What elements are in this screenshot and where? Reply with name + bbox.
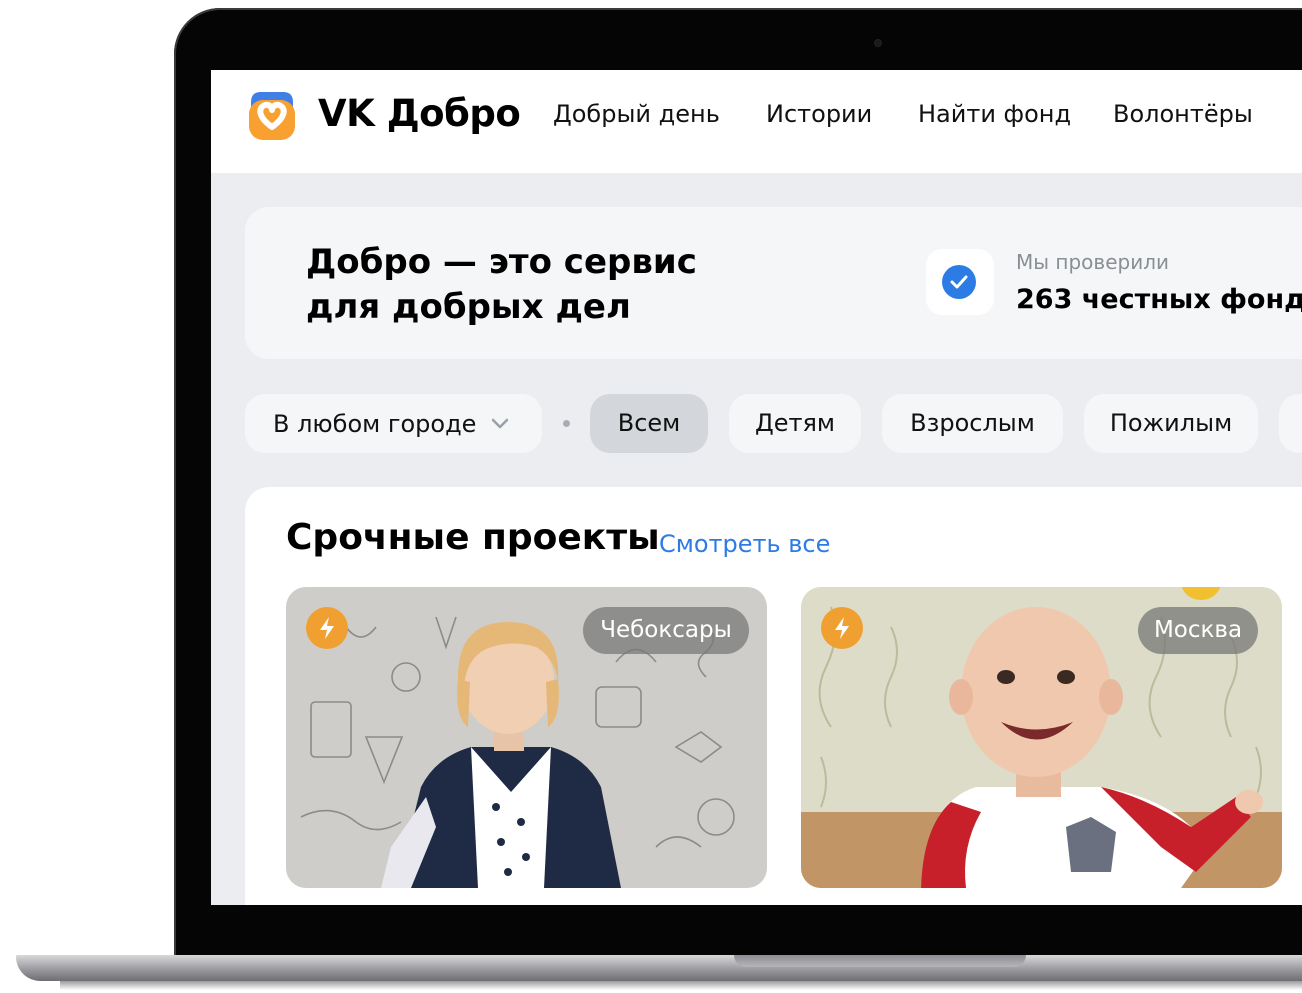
hero-banner: Добро — это сервис для добрых дел Мы про… xyxy=(245,207,1302,359)
nav-good-day[interactable]: Добрый день xyxy=(553,100,720,128)
hero-title: Добро — это сервис для добрых дел xyxy=(306,240,786,330)
chip-adults[interactable]: Взрослым xyxy=(882,394,1063,453)
see-all-link[interactable]: Смотреть все xyxy=(659,530,830,558)
nav-stories[interactable]: Истории xyxy=(766,100,872,128)
chevron-down-icon xyxy=(491,418,509,429)
hero-title-line1: Добро — это сервис xyxy=(306,242,697,282)
project-card[interactable]: Чебоксары xyxy=(286,587,767,888)
lightning-icon xyxy=(821,607,863,649)
city-select-label: В любом городе xyxy=(273,410,477,438)
brand-name[interactable]: VK Добро xyxy=(318,92,521,135)
checkmark-icon xyxy=(942,265,976,299)
urgent-projects-section: Срочные проекты Смотреть все Чебоксары М… xyxy=(245,487,1302,905)
project-card[interactable]: Москва xyxy=(801,587,1282,888)
separator-dot xyxy=(563,420,570,427)
city-badge: Москва xyxy=(1138,607,1258,654)
chip-all[interactable]: Всем xyxy=(590,394,708,453)
city-badge: Чебоксары xyxy=(583,607,749,654)
browser-screen: VK Добро Добрый день Истории Найти фонд … xyxy=(211,70,1302,905)
laptop-notch xyxy=(734,955,1026,967)
chip-elderly[interactable]: Пожилым xyxy=(1084,394,1258,453)
camera-icon xyxy=(875,40,881,46)
nav-find-fund[interactable]: Найти фонд xyxy=(918,100,1071,128)
verified-badge xyxy=(926,249,994,315)
verified-count[interactable]: 263 честных фонда xyxy=(1016,284,1302,315)
nav-volunteers[interactable]: Волонтёры xyxy=(1113,100,1253,128)
hero-title-line2: для добрых дел xyxy=(306,287,631,327)
lightning-icon xyxy=(306,607,348,649)
vk-dobro-logo-icon[interactable] xyxy=(245,90,299,142)
city-select[interactable]: В любом городе xyxy=(245,394,542,453)
site-header: VK Добро Добрый день Истории Найти фонд … xyxy=(211,70,1302,173)
chip-children[interactable]: Детям xyxy=(729,394,861,453)
section-title: Срочные проекты xyxy=(286,517,660,558)
chip-more[interactable] xyxy=(1279,394,1302,453)
verified-caption: Мы проверили xyxy=(1016,250,1169,274)
laptop-base xyxy=(16,955,1302,981)
